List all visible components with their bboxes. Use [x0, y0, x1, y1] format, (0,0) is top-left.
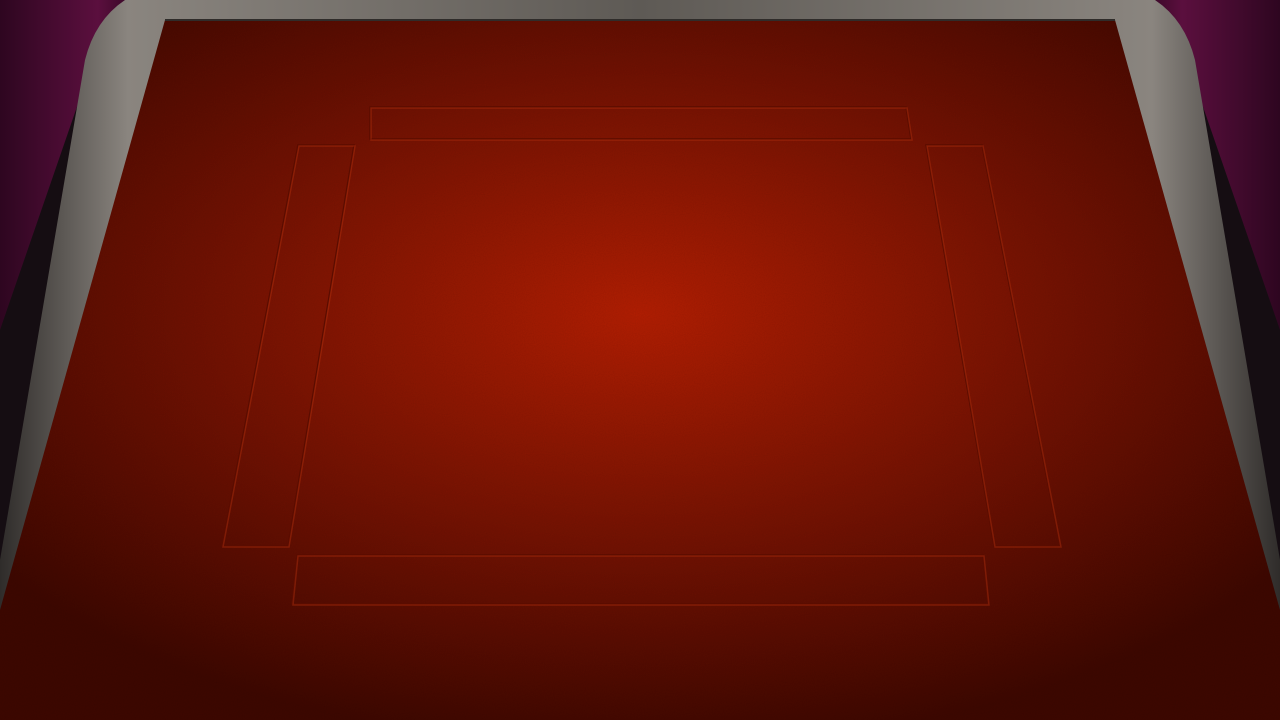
table-svg — [0, 0, 1280, 720]
game-table-scene — [0, 0, 1280, 720]
felt-texture — [0, 20, 1280, 720]
